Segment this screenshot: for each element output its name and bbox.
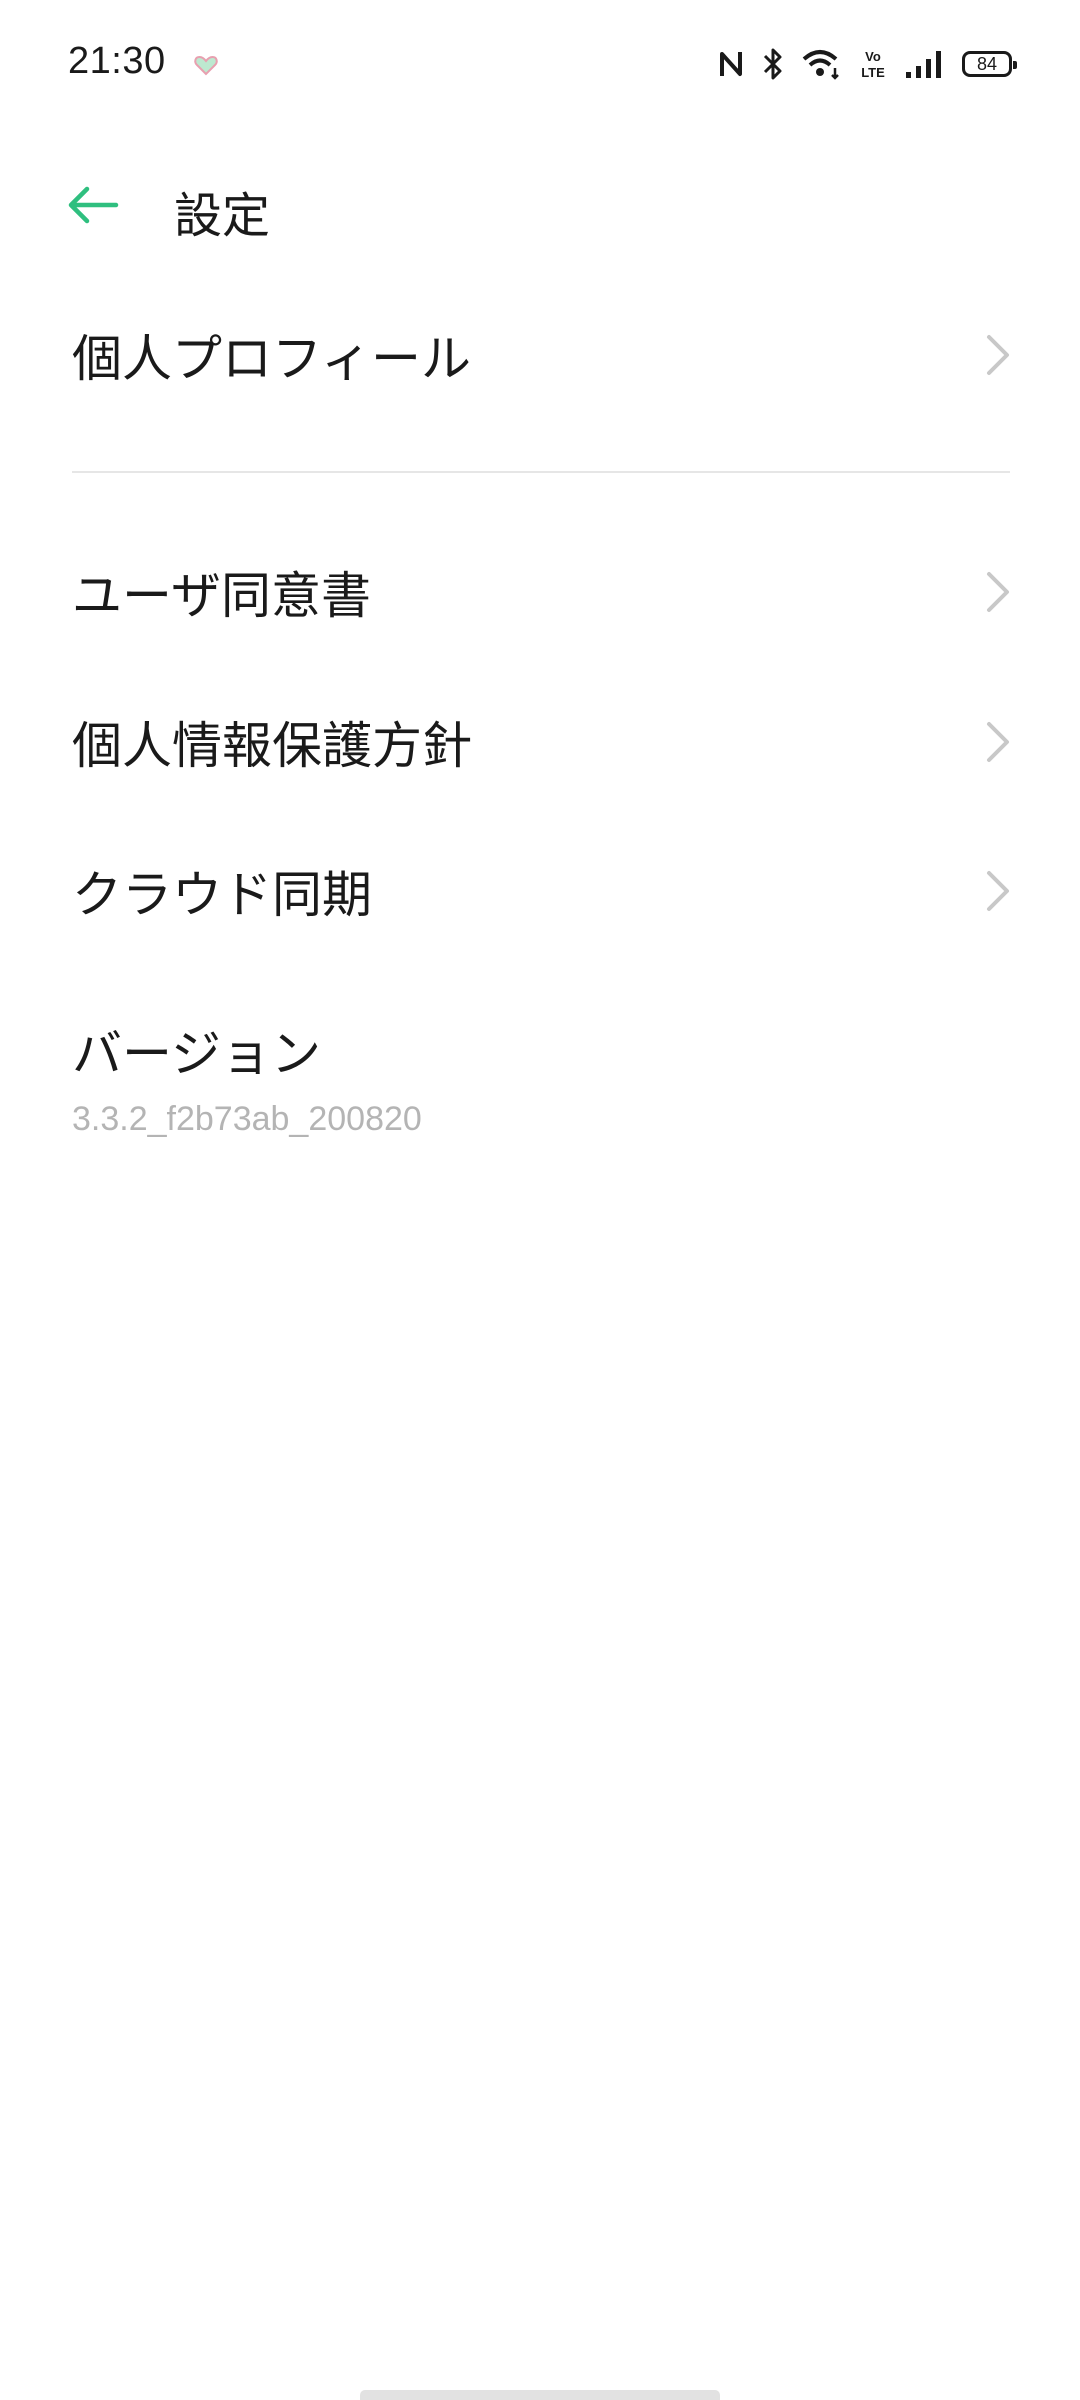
version-block: バージョン 3.3.2_f2b73ab_200820 (0, 990, 1080, 1170)
chevron-right-icon (987, 335, 1009, 375)
settings-item-privacy-policy[interactable]: 個人情報保護方針 (0, 677, 1080, 807)
volte-icon: Vo LTE (860, 47, 886, 81)
version-value: 3.3.2_f2b73ab_200820 (72, 1100, 422, 1138)
heart-icon (193, 52, 219, 78)
signal-icon (904, 48, 944, 80)
chevron-right-icon (987, 722, 1009, 762)
settings-item-label: 個人プロフィール (72, 330, 471, 388)
status-bar: 21:30 Vo LTE 84 (0, 0, 1080, 130)
divider (72, 471, 1010, 473)
header: 設定 (0, 150, 1080, 260)
status-icons: Vo LTE 84 (718, 44, 1017, 84)
svg-text:Vo: Vo (865, 49, 881, 64)
page-title: 設定 (174, 188, 271, 244)
battery-icon: 84 (962, 51, 1017, 77)
back-button[interactable] (60, 172, 126, 238)
nfc-icon (718, 48, 744, 80)
version-label: バージョン (72, 1025, 321, 1083)
settings-item-label: クラウド同期 (72, 866, 372, 924)
svg-text:LTE: LTE (861, 65, 885, 80)
arrow-left-icon (68, 186, 119, 224)
home-indicator[interactable] (360, 2390, 720, 2400)
chevron-right-icon (987, 871, 1009, 911)
settings-item-label: 個人情報保護方針 (72, 717, 472, 775)
settings-item-label: ユーザ同意書 (72, 567, 371, 625)
settings-item-profile[interactable]: 個人プロフィール (0, 290, 1080, 420)
wifi-icon (802, 48, 842, 80)
bluetooth-icon (762, 47, 784, 81)
settings-item-user-agreement[interactable]: ユーザ同意書 (0, 527, 1080, 657)
settings-item-cloud-sync[interactable]: クラウド同期 (0, 826, 1080, 956)
status-time: 21:30 (68, 40, 166, 82)
chevron-right-icon (987, 572, 1009, 612)
